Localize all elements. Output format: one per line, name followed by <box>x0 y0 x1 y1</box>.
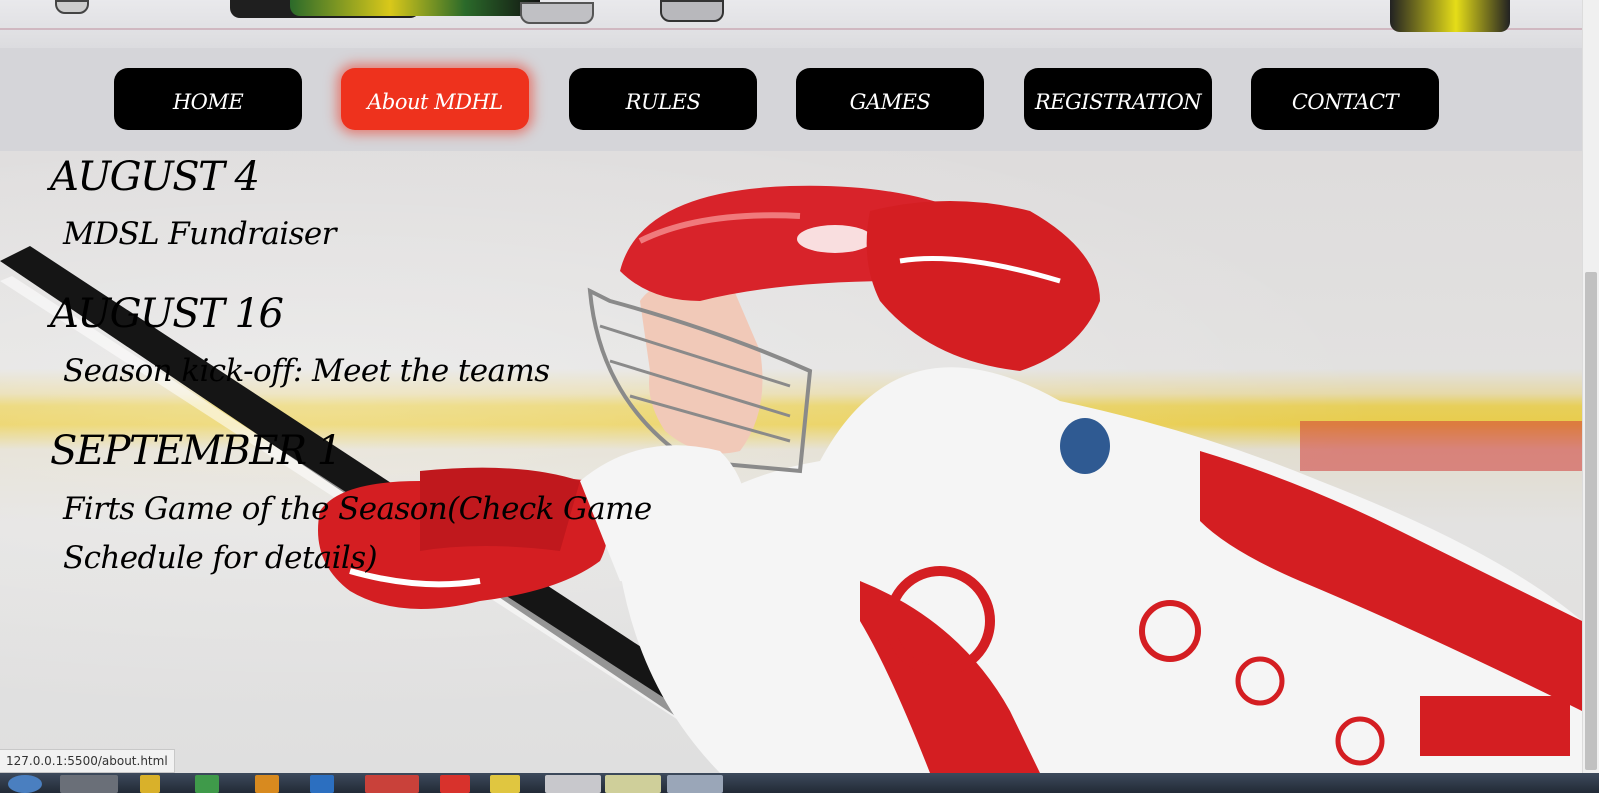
scrollbar-thumb[interactable] <box>1585 272 1597 770</box>
taskbar-app-icon[interactable] <box>365 775 419 793</box>
nav-registration-button[interactable]: REGISTRATION <box>1024 68 1212 130</box>
player-jersey-graphic <box>290 0 540 16</box>
taskbar-app-icon[interactable] <box>605 775 661 793</box>
taskbar-app-icon[interactable] <box>310 775 334 793</box>
main-nav: HOME About MDHL RULES GAMES REGISTRATION… <box>0 48 1582 151</box>
event-description: Season kick-off: Meet the teams <box>63 353 550 389</box>
nav-contact-button[interactable]: CONTACT <box>1251 68 1439 130</box>
event-description: MDSL Fundraiser <box>63 216 336 252</box>
skate-graphic <box>660 0 724 22</box>
event-date: SEPTEMBER 1 <box>50 428 342 474</box>
skate-graphic <box>520 2 594 24</box>
events-section: AUGUST 4 MDSL Fundraiser AUGUST 16 Seaso… <box>0 151 1582 773</box>
taskbar-app-icon[interactable] <box>255 775 279 793</box>
nav-games-button[interactable]: GAMES <box>796 68 984 130</box>
taskbar-app-icon[interactable] <box>667 775 723 793</box>
taskbar-app-icon[interactable] <box>195 775 219 793</box>
taskbar-app-icon[interactable] <box>545 775 601 793</box>
player-graphic <box>1390 0 1510 32</box>
taskbar-app-icon[interactable] <box>60 775 118 793</box>
event-date: AUGUST 4 <box>50 154 260 200</box>
skate-graphic <box>55 0 89 14</box>
event-date: AUGUST 16 <box>50 291 284 337</box>
nav-home-button[interactable]: HOME <box>114 68 302 130</box>
status-bar-url: 127.0.0.1:5500/about.html <box>0 749 175 773</box>
event-description: Firts Game of the Season(Check Game Sche… <box>63 491 652 576</box>
os-taskbar <box>0 773 1599 793</box>
taskbar-app-icon[interactable] <box>490 775 520 793</box>
start-icon[interactable] <box>8 775 42 793</box>
page-scrollbar[interactable] <box>1582 0 1599 773</box>
taskbar-app-icon[interactable] <box>140 775 160 793</box>
taskbar-app-icon[interactable] <box>440 775 470 793</box>
hero-image <box>0 0 1582 48</box>
nav-about-button[interactable]: About MDHL <box>341 68 529 130</box>
rink-line <box>0 28 1582 30</box>
events-list: AUGUST 4 MDSL Fundraiser AUGUST 16 Seaso… <box>0 151 820 773</box>
nav-rules-button[interactable]: RULES <box>569 68 757 130</box>
